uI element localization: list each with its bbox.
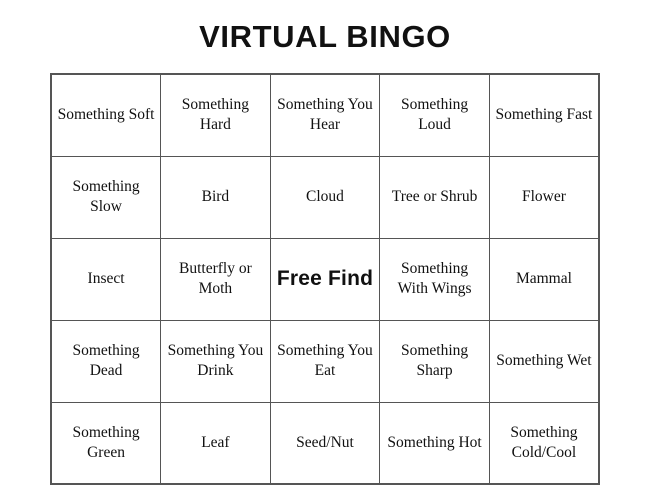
bingo-cell[interactable]: Seed/Nut [269, 401, 381, 485]
bingo-cell[interactable]: Something With Wings [379, 237, 490, 321]
bingo-cell-label: Insect [87, 270, 125, 287]
bingo-cell-label: Bird [201, 188, 230, 205]
bingo-cell-label: Something Loud [400, 96, 469, 134]
bingo-cell[interactable]: Butterfly or Moth [160, 237, 271, 321]
page-title: VIRTUAL BINGO [199, 19, 451, 54]
bingo-cell[interactable]: Something Wet [488, 319, 600, 403]
bingo-cell-label: Something Slow [72, 178, 140, 215]
bingo-cell[interactable]: Something You Hear [269, 73, 381, 157]
bingo-cell[interactable]: Something Cold/Cool [488, 401, 600, 485]
bingo-cell[interactable]: Something Hard [160, 73, 271, 157]
bingo-cell[interactable]: Something You Drink [160, 319, 271, 403]
bingo-cell-label: Something With Wings [397, 260, 472, 297]
bingo-cell-label: Something Soft [57, 106, 155, 124]
bingo-cell[interactable]: Something Slow [50, 155, 162, 239]
bingo-cell[interactable]: Mammal [488, 237, 600, 321]
bingo-cell-label: Something You Hear [277, 96, 373, 134]
bingo-cell-label: Something Fast [495, 106, 593, 124]
bingo-cell[interactable]: Tree or Shrub [379, 155, 490, 239]
bingo-card-page: VIRTUAL BINGO Something Soft Something Ha… [0, 0, 650, 502]
bingo-cell[interactable]: Bird [160, 155, 271, 239]
bingo-grid-body: Something Soft Something Hard Something Yo… [50, 73, 600, 485]
bingo-cell-label: Something Green [72, 423, 140, 461]
bingo-cell[interactable]: Flower [488, 155, 600, 239]
bingo-grid: Something Soft Something Hard Something Yo… [50, 73, 600, 485]
bingo-cell-free-space[interactable]: Free Find [269, 237, 381, 321]
bingo-cell-label: Tree or Shrub [391, 188, 478, 205]
bingo-cell[interactable]: Something Sharp [379, 319, 490, 403]
bingo-cell-label: Something Dead [72, 342, 140, 379]
bingo-cell-label: Something Hard [181, 96, 249, 134]
bingo-cell-label: Leaf [201, 433, 230, 451]
bingo-row: Something Soft Something Hard Something Yo… [50, 73, 600, 157]
bingo-cell-label: Something Cold/Cool [510, 423, 578, 461]
bingo-cell-label: Seed/Nut [296, 433, 354, 451]
bingo-cell[interactable]: Cloud [269, 155, 381, 239]
bingo-cell[interactable]: Something Fast [488, 73, 600, 157]
bingo-cell[interactable]: Something Hot [379, 401, 490, 485]
bingo-row: Something Green Leaf Seed/Nut Something Hot… [50, 401, 600, 485]
bingo-cell-label: Cloud [306, 188, 344, 205]
bingo-row: Insect Butterfly or Moth Free Find Somethin… [50, 237, 600, 321]
bingo-cell-label: Something Wet [496, 352, 592, 369]
bingo-cell-label: Flower [521, 188, 566, 205]
bingo-cell[interactable]: Leaf [160, 401, 271, 485]
bingo-cell[interactable]: Something Dead [50, 319, 162, 403]
bingo-cell-label: Free Find [276, 267, 374, 290]
bingo-cell-label: Butterfly or Moth [179, 260, 252, 297]
bingo-row: Something Slow Bird Cloud Tree or Shrub Flow… [50, 155, 600, 239]
bingo-cell-label: Something Sharp [400, 342, 469, 379]
bingo-cell-label: Something You Drink [167, 342, 264, 379]
bingo-cell[interactable]: Something You Eat [269, 319, 381, 403]
bingo-cell[interactable]: Something Green [50, 401, 162, 485]
bingo-cell[interactable]: Something Loud [379, 73, 490, 157]
bingo-cell-label: Something Hot [387, 433, 482, 451]
bingo-cell-label: Something You Eat [277, 342, 373, 379]
bingo-cell[interactable]: Insect [50, 237, 162, 321]
bingo-row: Something Dead Something You Drink Somethi… [50, 319, 600, 403]
bingo-cell[interactable]: Something Soft [50, 73, 162, 157]
bingo-cell-label: Mammal [515, 270, 572, 287]
